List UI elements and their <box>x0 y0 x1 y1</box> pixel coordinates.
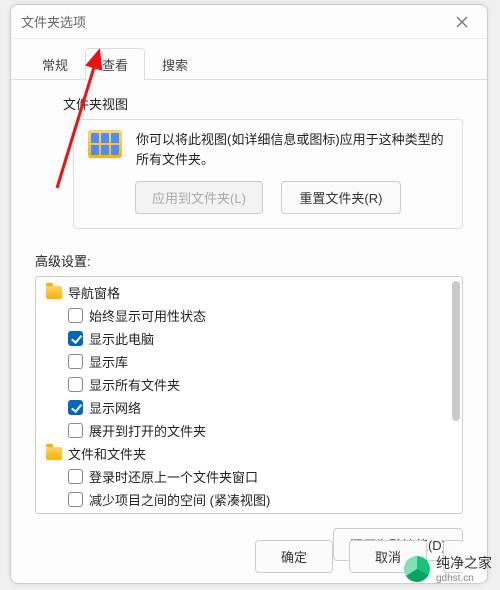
checkbox[interactable] <box>68 423 83 438</box>
advanced-settings-list[interactable]: 导航窗格 始终显示可用性状态 显示此电脑 显示库 显示所有文件夹 显示网络 展开… <box>35 276 463 514</box>
ok-button[interactable]: 确定 <box>255 540 333 573</box>
tree-item[interactable]: 显示所有文件夹 <box>42 373 456 396</box>
tree-item[interactable]: 显示此电脑 <box>42 327 456 350</box>
tree-item[interactable]: 使用复选框以选择项 <box>42 511 456 514</box>
scrollbar-thumb[interactable] <box>452 281 460 421</box>
tree-item-label: 显示库 <box>89 352 128 371</box>
tree-item-label: 显示网络 <box>89 398 141 417</box>
close-icon <box>456 16 468 28</box>
dialog-title: 文件夹选项 <box>21 12 447 31</box>
tree-group-label: 导航窗格 <box>68 283 120 302</box>
tree-item[interactable]: 展开到打开的文件夹 <box>42 419 456 442</box>
titlebar: 文件夹选项 <box>11 5 487 39</box>
advanced-settings-label: 高级设置: <box>35 251 463 270</box>
tree-group-label: 文件和文件夹 <box>68 444 146 463</box>
checkbox[interactable] <box>68 469 83 484</box>
checkbox[interactable] <box>68 492 83 507</box>
tree-group-files-folders[interactable]: 文件和文件夹 <box>42 442 456 465</box>
tab-view[interactable]: 查看 <box>85 48 145 80</box>
apply-button-cutoff[interactable] <box>443 540 463 573</box>
apply-to-folders-button[interactable]: 应用到文件夹(L) <box>135 181 263 214</box>
tree-item[interactable]: 始终显示可用性状态 <box>42 304 456 327</box>
close-button[interactable] <box>447 9 477 35</box>
dialog-footer: 确定 取消 <box>11 540 487 573</box>
folder-views-icon <box>88 130 122 158</box>
tree-item[interactable]: 显示库 <box>42 350 456 373</box>
tree-item-label: 使用复选框以选择项 <box>89 513 206 514</box>
tree-item-label: 显示此电脑 <box>89 329 154 348</box>
checkbox[interactable] <box>68 331 83 346</box>
tab-search[interactable]: 搜索 <box>145 48 205 80</box>
checkbox[interactable] <box>68 400 83 415</box>
tree-item[interactable]: 登录时还原上一个文件夹窗口 <box>42 465 456 488</box>
tab-general[interactable]: 常规 <box>25 48 85 80</box>
tree-item-label: 登录时还原上一个文件夹窗口 <box>89 467 258 486</box>
checkbox[interactable] <box>68 308 83 323</box>
folder-icon <box>46 286 62 299</box>
tree-item[interactable]: 减少项目之间的空间 (紧凑视图) <box>42 488 456 511</box>
tab-strip: 常规 查看 搜索 <box>11 39 487 80</box>
tree-item-label: 显示所有文件夹 <box>89 375 180 394</box>
folder-icon <box>46 447 62 460</box>
tree-item-label: 始终显示可用性状态 <box>89 306 206 325</box>
tree-group-navigation-pane[interactable]: 导航窗格 <box>42 281 456 304</box>
folder-options-dialog: 文件夹选项 常规 查看 搜索 文件夹视图 你可以将此视图(如详细信息或图标)应用… <box>10 4 488 584</box>
folder-views-description: 你可以将此视图(如详细信息或图标)应用于这种类型的所有文件夹。 <box>136 130 448 169</box>
folder-views-heading: 文件夹视图 <box>63 94 463 113</box>
folder-views-group: 你可以将此视图(如详细信息或图标)应用于这种类型的所有文件夹。 应用到文件夹(L… <box>73 119 463 229</box>
checkbox[interactable] <box>68 354 83 369</box>
tree-item-label: 减少项目之间的空间 (紧凑视图) <box>89 490 270 509</box>
tab-body: 文件夹视图 你可以将此视图(如详细信息或图标)应用于这种类型的所有文件夹。 应用… <box>11 80 487 561</box>
cancel-button[interactable]: 取消 <box>349 540 427 573</box>
reset-folders-button[interactable]: 重置文件夹(R) <box>281 181 401 214</box>
tree-item-label: 展开到打开的文件夹 <box>89 421 206 440</box>
tree-item[interactable]: 显示网络 <box>42 396 456 419</box>
checkbox[interactable] <box>68 377 83 392</box>
